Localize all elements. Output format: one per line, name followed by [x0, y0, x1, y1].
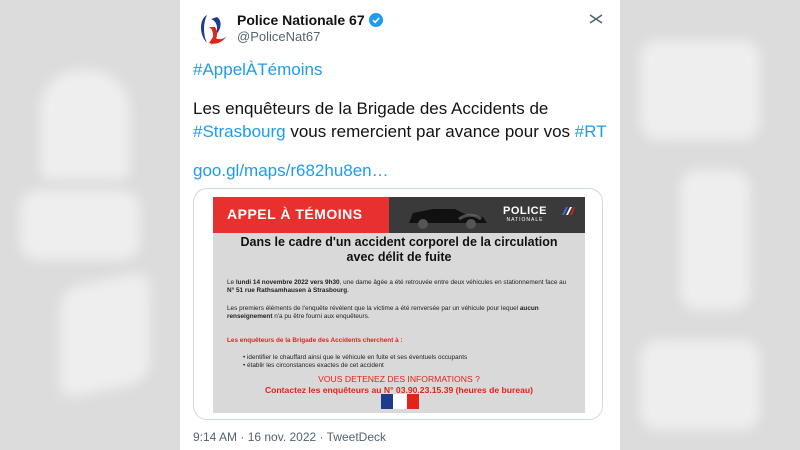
- hashtag-appel-a-temoins[interactable]: #AppelÀTémoins: [193, 58, 322, 81]
- display-name[interactable]: Police Nationale 67: [237, 12, 365, 28]
- tweet-timestamp[interactable]: 9:14 AM · 16 nov. 2022 · TweetDeck: [193, 430, 386, 444]
- verified-badge-icon: [368, 13, 383, 27]
- flag-stripes-icon: [562, 207, 575, 215]
- poster-bullet: identifier le chauffard ainsi que le véh…: [243, 354, 467, 362]
- poster-cta-question: VOUS DETENEZ DES INFORMATIONS ?: [318, 374, 480, 384]
- hashtag-rt[interactable]: #RT: [575, 122, 607, 141]
- name-row: Police Nationale 67: [237, 12, 383, 28]
- more-options-icon[interactable]: [586, 12, 606, 26]
- poster-image: APPEL À TÉMOINS POLICE NATIONALE Dans le…: [213, 197, 585, 413]
- poster-subtitle: Dans le cadre d'un accident corporel de …: [240, 235, 558, 264]
- poster-search-header: Les enquêteurs de la Brigade des Acciden…: [227, 337, 403, 344]
- poster-title: APPEL À TÉMOINS: [227, 206, 363, 222]
- poster-bullets: identifier le chauffard ainsi que le véh…: [243, 354, 467, 370]
- republique-francaise-logo-icon: [381, 394, 419, 409]
- media-card[interactable]: APPEL À TÉMOINS POLICE NATIONALE Dans le…: [193, 188, 603, 420]
- poster-paragraph-2: Les premiers éléments de l'enquête révèl…: [227, 305, 539, 320]
- handle[interactable]: @PoliceNat67: [237, 29, 320, 44]
- hashtag-strasbourg[interactable]: #Strasbourg: [193, 122, 286, 141]
- tweet-text-line1: Les enquêteurs de la Brigade des Acciden…: [193, 99, 549, 118]
- tweet-text-line2: #Strasbourg vous remercient par avance p…: [193, 122, 607, 141]
- map-link[interactable]: goo.gl/maps/r682hu8en…: [193, 159, 389, 182]
- poster-bullet: établir les circonstances exactes de cet…: [243, 362, 467, 370]
- avatar[interactable]: [193, 9, 235, 51]
- police-nationale-poster-logo: POLICE NATIONALE: [503, 205, 547, 223]
- car-silhouette-icon: [409, 209, 487, 229]
- police-nationale-logo-icon: [201, 15, 227, 45]
- poster-paragraph-1: Le lundi 14 novembre 2022 vers 9h30, une…: [227, 279, 567, 294]
- tweet-card: Police Nationale 67 @PoliceNat67 #AppelÀ…: [180, 0, 620, 450]
